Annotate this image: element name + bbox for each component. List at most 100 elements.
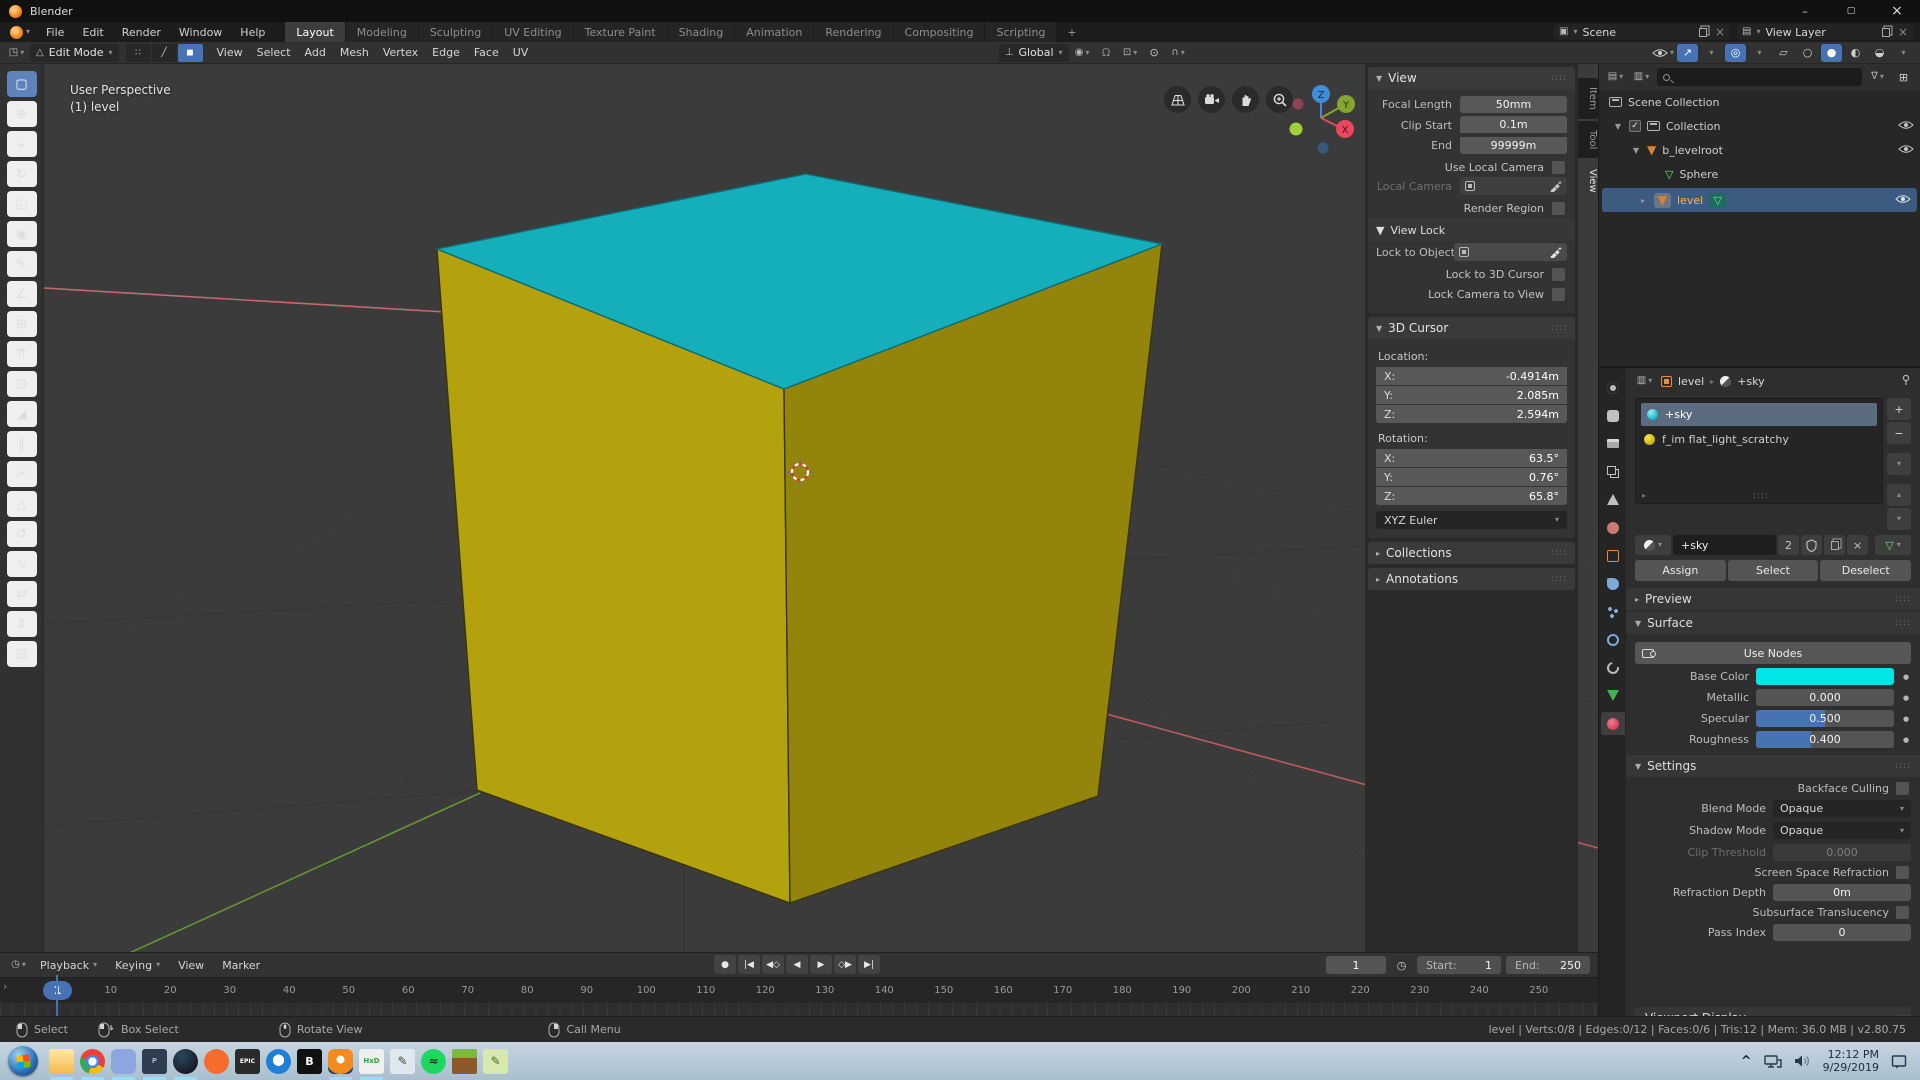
rotation-axis-field[interactable]: X:63.5° [1376, 449, 1567, 467]
keyframe-dot-icon[interactable]: ● [1901, 715, 1911, 723]
tool-button[interactable]: ⇈ [7, 341, 37, 367]
tool-button[interactable]: ◉ [7, 221, 37, 247]
tool-button[interactable]: ✂ [7, 461, 37, 487]
tool-button[interactable]: ▢ [7, 71, 37, 97]
transport-button[interactable]: ▶| [858, 955, 880, 974]
new-view-layer-icon[interactable] [1882, 28, 1890, 37]
hidden-icons-chevron[interactable]: ^ [1741, 1054, 1752, 1069]
current-frame-field[interactable]: 1 [1326, 956, 1386, 974]
keyframe-dot-icon[interactable]: ● [1901, 736, 1911, 744]
shading-solid-button[interactable]: ● [1821, 44, 1842, 62]
rotation-mode-dropdown[interactable]: XYZ Euler▾ [1376, 511, 1567, 529]
action-center-icon[interactable] [1891, 1054, 1908, 1069]
playhead[interactable] [56, 975, 58, 1016]
material-slot-selected[interactable]: +sky [1641, 403, 1877, 426]
taskbar-app-button[interactable] [77, 1042, 108, 1080]
properties-tab[interactable] [1601, 684, 1625, 707]
location-axis-field[interactable]: X:-0.4914m [1376, 367, 1567, 385]
properties-tab[interactable] [1601, 432, 1625, 455]
viewport-3d[interactable]: User Perspective (1) level [44, 64, 1598, 952]
delete-scene-icon[interactable]: × [1715, 25, 1725, 39]
menu-item[interactable]: Edit [73, 22, 112, 42]
scene-selector[interactable]: ▣▾ Scene × [1554, 24, 1730, 40]
transport-button[interactable]: ◀ [786, 955, 808, 974]
start-frame-field[interactable]: Start:1 [1417, 956, 1501, 974]
timeline-ruler[interactable]: 1020304050607080901001101201301401501601… [0, 977, 1598, 1003]
properties-tab[interactable] [1601, 516, 1625, 539]
overlays-settings[interactable]: ▾ [1749, 44, 1770, 62]
view-lock-header[interactable]: ▼View Lock [1368, 219, 1575, 241]
workspace-tab[interactable]: UV Editing [493, 22, 573, 42]
end-frame-field[interactable]: End:250 [1506, 956, 1590, 974]
viewport-display-header[interactable]: ▸Viewport Display:::: [1635, 1007, 1911, 1016]
taskbar-app-button[interactable] [108, 1042, 139, 1080]
tool-button[interactable]: ↺ [7, 521, 37, 547]
properties-tab[interactable] [1601, 628, 1625, 651]
slot-specials-menu[interactable]: ▾ [1887, 453, 1911, 475]
menu-item[interactable]: Help [231, 22, 274, 42]
marker-menu[interactable]: Marker [215, 959, 267, 972]
viewport-menu-item[interactable]: View [210, 46, 250, 59]
shading-settings[interactable]: ▾ [1893, 44, 1914, 62]
menu-item[interactable]: File [37, 22, 73, 42]
tool-button[interactable]: △ [7, 491, 37, 517]
assign-button[interactable]: Assign [1635, 560, 1726, 581]
expand-icon[interactable]: ▸ [1642, 491, 1646, 501]
tool-button[interactable]: ∥ [7, 431, 37, 457]
settings-panel-header[interactable]: ▼Settings:::: [1626, 755, 1920, 777]
workspace-tab[interactable]: Rendering [814, 22, 893, 42]
snap-settings-selector[interactable]: ⊡▾ [1120, 44, 1141, 62]
outliner-row-scene-collection[interactable]: Scene Collection [1599, 90, 1920, 114]
taskbar-app-button[interactable] [170, 1042, 201, 1080]
navigation-gizmo[interactable]: Z Y X [1288, 84, 1358, 163]
properties-editor-selector[interactable]: ▥▾ [1634, 372, 1655, 390]
vertex-select-button[interactable]: ∷ [126, 44, 151, 62]
workspace-tab[interactable]: Layout [285, 22, 345, 42]
transport-button[interactable]: ● [714, 955, 736, 974]
collection-checkbox[interactable]: ✓ [1629, 120, 1641, 132]
workspace-tab[interactable]: Scripting [985, 22, 1057, 42]
viewport-menu-item[interactable]: UV [506, 46, 536, 59]
copy-material-button[interactable] [1824, 535, 1845, 555]
properties-tab[interactable] [1601, 404, 1625, 427]
outliner-row-collection[interactable]: ▼ ✓ Collection [1599, 114, 1920, 138]
new-collection-button[interactable]: ⊞ [1893, 68, 1914, 86]
taskbar-app-button[interactable] [449, 1042, 480, 1080]
snap-toggle[interactable]: Ω [1096, 44, 1117, 62]
close-button[interactable] [1874, 0, 1920, 22]
expand-icon[interactable]: ▸ [1638, 196, 1648, 205]
lock-to-object-field[interactable] [1454, 243, 1567, 261]
edge-select-button[interactable]: ╱ [152, 44, 177, 62]
workspace-tab[interactable]: Compositing [894, 22, 986, 42]
dropdown-field[interactable]: Opaque▾ [1773, 800, 1911, 817]
slider-field[interactable]: 0.500 [1756, 710, 1894, 727]
local-camera-field[interactable] [1460, 177, 1567, 195]
tool-button[interactable]: ⇕ [7, 611, 37, 637]
render-region-checkbox[interactable] [1552, 202, 1565, 215]
gizmos-toggle[interactable]: ↗ [1677, 44, 1698, 62]
unlink-material-button[interactable]: × [1847, 535, 1868, 555]
menu-item[interactable]: Render [113, 22, 170, 42]
checkbox[interactable] [1896, 866, 1909, 879]
value-field[interactable]: 0 [1773, 924, 1911, 941]
tool-button[interactable]: ⊟ [7, 641, 37, 667]
breadcrumb-object[interactable]: level [1678, 375, 1704, 388]
slider-field[interactable]: 0.000 [1756, 689, 1894, 706]
use-nodes-button[interactable]: Use Nodes [1635, 642, 1911, 664]
color-swatch[interactable] [1756, 668, 1894, 685]
properties-tab[interactable] [1601, 460, 1625, 483]
taskbar-app-button[interactable] [325, 1042, 356, 1080]
taskbar-clock[interactable]: 12:12 PM 9/29/2019 [1823, 1048, 1879, 1074]
xray-toggle[interactable]: ▱ [1773, 44, 1794, 62]
drag-handle[interactable]: :::: [1551, 73, 1567, 83]
rotation-axis-field[interactable]: Z:65.8° [1376, 487, 1567, 505]
annotations-panel-header[interactable]: ▸Annotations:::: [1368, 568, 1575, 590]
tool-button[interactable]: ∠ [7, 281, 37, 307]
transport-button[interactable]: ▶ [810, 955, 832, 974]
tool-button[interactable]: ⊡ [7, 371, 37, 397]
camera-view-icon[interactable] [1198, 86, 1225, 113]
tool-button[interactable]: ∿ [7, 551, 37, 577]
keyframe-dot-icon[interactable]: ● [1901, 694, 1911, 702]
taskbar-app-button[interactable] [263, 1042, 294, 1080]
drag-handle[interactable]: :::: [1895, 594, 1911, 604]
